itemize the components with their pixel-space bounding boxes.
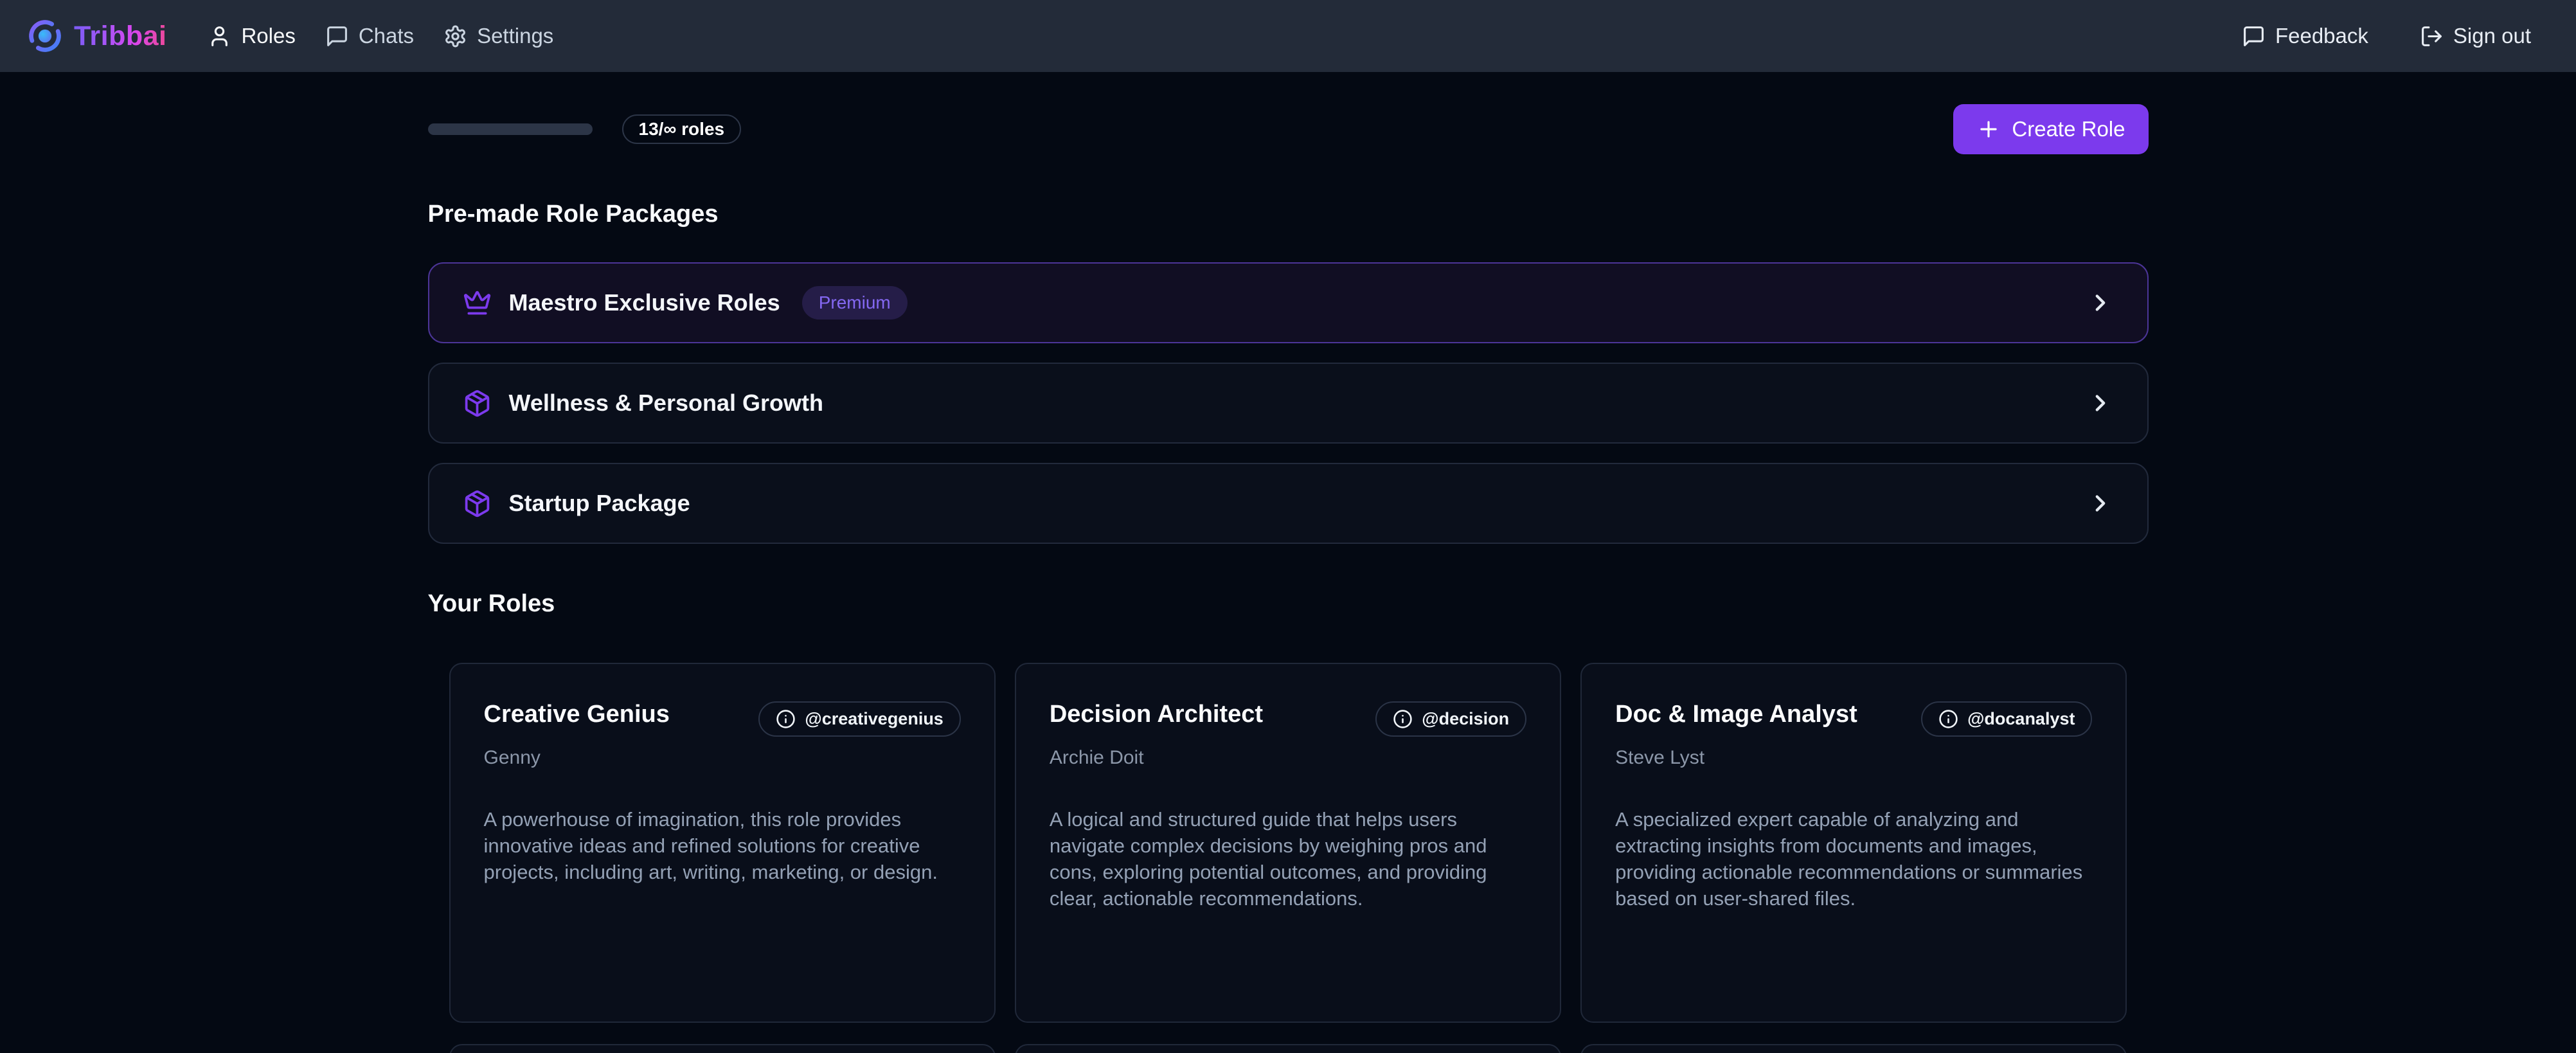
nav-label: Chats	[359, 24, 414, 48]
role-handle: @docanalyst	[1967, 709, 2075, 729]
brand[interactable]: Tribbai	[28, 19, 166, 53]
role-card-header: Doc & Image Analyst @docanalyst	[1615, 700, 2092, 737]
chevron-right-icon	[2087, 390, 2114, 417]
role-card-header: Creative Genius @creativegenius	[484, 700, 961, 737]
role-persona: Steve Lyst	[1615, 747, 2092, 769]
package-name: Wellness & Personal Growth	[509, 390, 823, 417]
role-description: A specialized expert capable of analyzin…	[1615, 806, 2092, 912]
crown-icon	[463, 289, 492, 318]
brand-name: Tribbai	[74, 21, 166, 52]
nav-label: Settings	[477, 24, 553, 48]
main-content: 13/∞ roles Create Role Pre-made Role Pac…	[428, 104, 2149, 1053]
header-actions: Feedback Sign out	[2242, 24, 2531, 48]
roles-grid: Creative Genius @creativegenius Genny A …	[449, 663, 2127, 1053]
role-card-placeholder[interactable]	[1580, 1044, 2127, 1053]
role-description: A logical and structured guide that help…	[1050, 806, 1526, 912]
role-handle-badge[interactable]: @decision	[1375, 701, 1526, 737]
package-name: Maestro Exclusive Roles	[509, 289, 780, 316]
nav-item-roles[interactable]: Roles	[208, 24, 295, 48]
nav-item-settings[interactable]: Settings	[443, 24, 553, 48]
role-description: A powerhouse of imagination, this role p…	[484, 806, 961, 885]
roles-toolbar: 13/∞ roles Create Role	[428, 104, 2149, 154]
your-roles-section-title: Your Roles	[428, 589, 2149, 618]
brand-logo-icon	[28, 19, 62, 53]
role-persona: Genny	[484, 747, 961, 769]
chat-bubble-icon	[2242, 24, 2266, 48]
nav-item-chats[interactable]: Chats	[325, 24, 414, 48]
info-icon	[1393, 709, 1413, 729]
package-name: Startup Package	[509, 490, 690, 517]
role-card-placeholder[interactable]	[1015, 1044, 1561, 1053]
package-icon	[463, 389, 492, 418]
role-card-placeholder[interactable]	[449, 1044, 996, 1053]
package-row-startup[interactable]: Startup Package	[428, 463, 2149, 544]
package-row-maestro[interactable]: Maestro Exclusive Roles Premium	[428, 262, 2149, 343]
role-card-decision-architect[interactable]: Decision Architect @decision Archie Doit…	[1015, 663, 1561, 1023]
role-card-header: Decision Architect @decision	[1050, 700, 1526, 737]
roles-count-badge: 13/∞ roles	[622, 114, 742, 144]
premium-badge: Premium	[802, 286, 908, 320]
feedback-button[interactable]: Feedback	[2242, 24, 2368, 48]
role-title: Decision Architect	[1050, 700, 1263, 728]
info-icon	[776, 709, 796, 729]
role-title: Creative Genius	[484, 700, 670, 728]
roles-progress-bar	[428, 123, 593, 135]
packages-section-title: Pre-made Role Packages	[428, 199, 2149, 229]
role-card-doc-image-analyst[interactable]: Doc & Image Analyst @docanalyst Steve Ly…	[1580, 663, 2127, 1023]
role-title: Doc & Image Analyst	[1615, 700, 1857, 728]
package-list: Maestro Exclusive Roles Premium Wellness…	[428, 262, 2149, 544]
role-handle: @creativegenius	[805, 709, 943, 729]
nav-label: Roles	[241, 24, 295, 48]
create-role-label: Create Role	[2012, 117, 2125, 141]
role-persona: Archie Doit	[1050, 747, 1526, 769]
package-row-wellness[interactable]: Wellness & Personal Growth	[428, 363, 2149, 444]
top-nav: Tribbai Roles Chats Settings Feedback Si…	[0, 0, 2576, 72]
info-icon	[1938, 709, 1958, 729]
create-role-button[interactable]: Create Role	[1953, 104, 2148, 154]
chevron-right-icon	[2087, 289, 2114, 316]
user-icon	[208, 24, 231, 48]
feedback-label: Feedback	[2275, 24, 2368, 48]
primary-nav: Roles Chats Settings	[208, 24, 553, 48]
chevron-right-icon	[2087, 490, 2114, 517]
role-card-creative-genius[interactable]: Creative Genius @creativegenius Genny A …	[449, 663, 996, 1023]
role-handle-badge[interactable]: @docanalyst	[1921, 701, 2092, 737]
package-icon	[463, 489, 492, 518]
chat-bubble-icon	[325, 24, 349, 48]
plus-icon	[1976, 117, 2001, 141]
role-handle: @decision	[1422, 709, 1509, 729]
sign-out-button[interactable]: Sign out	[2420, 24, 2531, 48]
sign-out-label: Sign out	[2453, 24, 2531, 48]
role-handle-badge[interactable]: @creativegenius	[758, 701, 960, 737]
sign-out-icon	[2420, 24, 2444, 48]
gear-icon	[443, 24, 467, 48]
